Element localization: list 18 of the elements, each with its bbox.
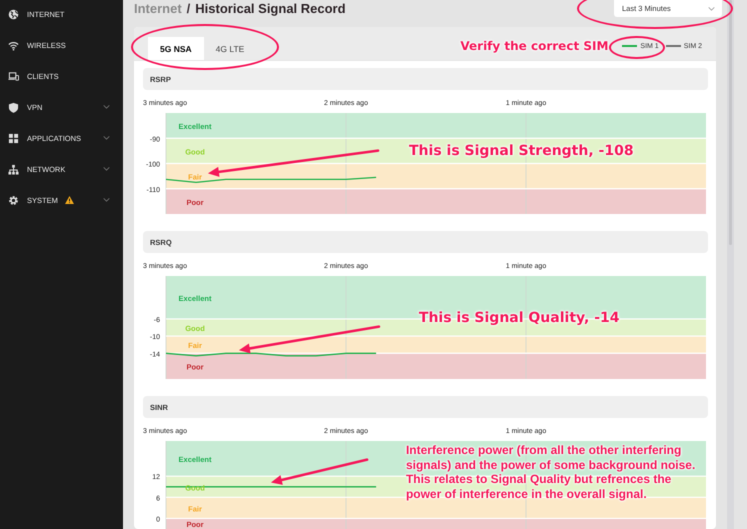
globe-icon: [8, 8, 19, 20]
tab[interactable]: 4G LTE: [204, 37, 256, 60]
shield-icon: [8, 102, 19, 112]
tab[interactable]: 5G NSA: [148, 37, 204, 60]
network-icon: [8, 164, 19, 174]
page-title: Historical Signal Record: [195, 1, 346, 16]
annotation-text: Verify the correct SIM: [460, 39, 608, 53]
chevron-down-icon: [708, 6, 715, 10]
highlight-ellipse: [609, 36, 665, 59]
settings-icon: [8, 194, 19, 206]
annotation-text: This is Signal Strength, -108: [409, 142, 634, 159]
annotation-text: Interference power (from all the other interfering signals) and the power of some background noise. This relates to Signal Quality but refrences the power of interference in the overall signal.: [406, 443, 696, 502]
devices-icon: [8, 70, 19, 82]
annotation-text: This is Signal Quality, -14: [418, 310, 620, 326]
wifi-icon: [8, 40, 19, 50]
grid-icon: [8, 132, 19, 144]
scrollbar[interactable]: [727, 0, 734, 529]
breadcrumb-separator: /: [186, 1, 190, 16]
